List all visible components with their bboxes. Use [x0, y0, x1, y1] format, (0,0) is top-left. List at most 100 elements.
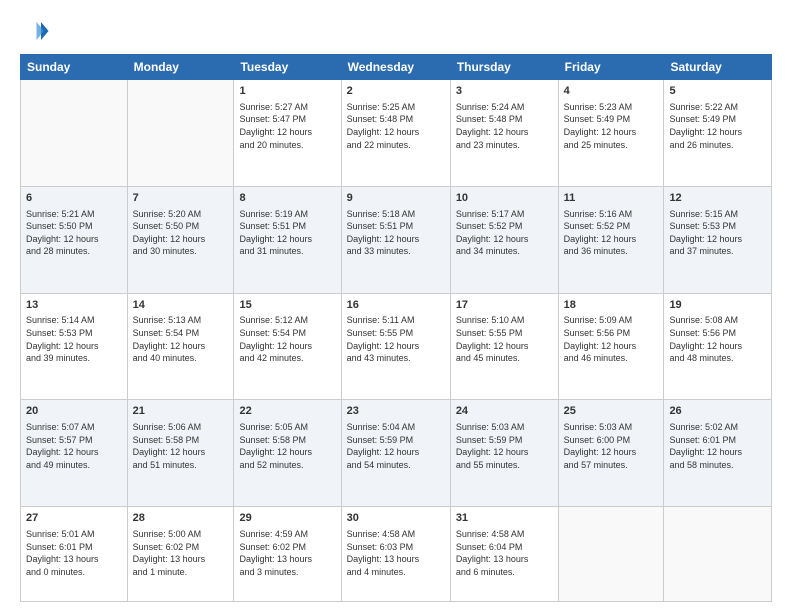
calendar-week-1: 1 Sunrise: 5:27 AM Sunset: 5:47 PM Daylig… — [21, 80, 772, 187]
day-number: 29 — [239, 511, 335, 526]
day-info: Sunrise: 5:04 AM Sunset: 5:59 PM Dayligh… — [347, 421, 445, 471]
calendar-cell: 30Sunrise: 4:58 AM Sunset: 6:03 PM Dayli… — [341, 507, 450, 602]
day-number: 8 — [239, 191, 335, 206]
day-number: 6 — [26, 191, 122, 206]
calendar-cell: 19Sunrise: 5:08 AM Sunset: 5:56 PM Dayli… — [664, 293, 772, 400]
day-info: Sunrise: 4:58 AM Sunset: 6:04 PM Dayligh… — [456, 528, 553, 578]
calendar-cell: 31 Sunrise: 4:58 AM Sunset: 6:04 PM Dayli… — [450, 507, 558, 602]
day-info: Sunrise: 5:07 AM Sunset: 5:57 PM Dayligh… — [26, 421, 122, 471]
day-info: Sunrise: 5:12 AM Sunset: 5:54 PM Dayligh… — [239, 314, 335, 364]
day-info: Sunrise: 4:59 AM Sunset: 6:02 PM Dayligh… — [239, 528, 335, 578]
day-info: Sunrise: 5:03 AM Sunset: 6:00 PM Dayligh… — [564, 421, 659, 471]
calendar-cell: 28Sunrise: 5:00 AM Sunset: 6:02 PM Dayli… — [127, 507, 234, 602]
day-info: Sunrise: 5:27 AM Sunset: 5:47 PM Dayligh… — [239, 101, 335, 151]
day-header-monday: Monday — [127, 55, 234, 80]
calendar-cell: 10 Sunrise: 5:17 AM Sunset: 5:52 PM Dayli… — [450, 186, 558, 293]
day-info: Sunrise: 5:05 AM Sunset: 5:58 PM Dayligh… — [239, 421, 335, 471]
day-number: 23 — [347, 404, 445, 419]
logo-icon — [20, 16, 50, 46]
header — [20, 16, 772, 46]
calendar-week-4: 20Sunrise: 5:07 AM Sunset: 5:57 PM Dayli… — [21, 400, 772, 507]
calendar-cell: 8 Sunrise: 5:19 AM Sunset: 5:51 PM Daylig… — [234, 186, 341, 293]
calendar-cell: 9 Sunrise: 5:18 AM Sunset: 5:51 PM Daylig… — [341, 186, 450, 293]
calendar-cell: 22 Sunrise: 5:05 AM Sunset: 5:58 PM Dayli… — [234, 400, 341, 507]
day-info: Sunrise: 5:08 AM Sunset: 5:56 PM Dayligh… — [669, 314, 766, 364]
day-info: Sunrise: 5:10 AM Sunset: 5:55 PM Dayligh… — [456, 314, 553, 364]
day-header-tuesday: Tuesday — [234, 55, 341, 80]
day-number: 17 — [456, 298, 553, 313]
day-header-friday: Friday — [558, 55, 664, 80]
day-number: 4 — [564, 84, 659, 99]
day-info: Sunrise: 5:13 AM Sunset: 5:54 PM Dayligh… — [133, 314, 229, 364]
calendar-cell: 3Sunrise: 5:24 AM Sunset: 5:48 PM Daylig… — [450, 80, 558, 187]
calendar-cell — [127, 80, 234, 187]
day-number: 19 — [669, 298, 766, 313]
day-header-thursday: Thursday — [450, 55, 558, 80]
day-info: Sunrise: 5:21 AM Sunset: 5:50 PM Dayligh… — [26, 208, 122, 258]
day-info: Sunrise: 5:09 AM Sunset: 5:56 PM Dayligh… — [564, 314, 659, 364]
day-info: Sunrise: 5:24 AM Sunset: 5:48 PM Dayligh… — [456, 101, 553, 151]
calendar-cell: 12 Sunrise: 5:15 AM Sunset: 5:53 PM Dayli… — [664, 186, 772, 293]
day-header-saturday: Saturday — [664, 55, 772, 80]
calendar-cell: 5Sunrise: 5:22 AM Sunset: 5:49 PM Daylig… — [664, 80, 772, 187]
day-number: 9 — [347, 191, 445, 206]
calendar-cell — [664, 507, 772, 602]
day-number: 27 — [26, 511, 122, 526]
day-number: 10 — [456, 191, 553, 206]
calendar-cell: 13Sunrise: 5:14 AM Sunset: 5:53 PM Dayli… — [21, 293, 128, 400]
day-number: 14 — [133, 298, 229, 313]
day-number: 13 — [26, 298, 122, 313]
day-info: Sunrise: 5:25 AM Sunset: 5:48 PM Dayligh… — [347, 101, 445, 151]
day-number: 26 — [669, 404, 766, 419]
page: SundayMondayTuesdayWednesdayThursdayFrid… — [0, 0, 792, 612]
day-number: 12 — [669, 191, 766, 206]
day-info: Sunrise: 5:11 AM Sunset: 5:55 PM Dayligh… — [347, 314, 445, 364]
calendar-cell: 2 Sunrise: 5:25 AM Sunset: 5:48 PM Daylig… — [341, 80, 450, 187]
day-info: Sunrise: 5:17 AM Sunset: 5:52 PM Dayligh… — [456, 208, 553, 258]
calendar-cell: 24 Sunrise: 5:03 AM Sunset: 5:59 PM Dayli… — [450, 400, 558, 507]
day-info: Sunrise: 5:06 AM Sunset: 5:58 PM Dayligh… — [133, 421, 229, 471]
day-number: 1 — [239, 84, 335, 99]
day-info: Sunrise: 5:23 AM Sunset: 5:49 PM Dayligh… — [564, 101, 659, 151]
day-info: Sunrise: 5:18 AM Sunset: 5:51 PM Dayligh… — [347, 208, 445, 258]
day-number: 31 — [456, 511, 553, 526]
day-info: Sunrise: 5:20 AM Sunset: 5:50 PM Dayligh… — [133, 208, 229, 258]
day-number: 7 — [133, 191, 229, 206]
day-info: Sunrise: 5:02 AM Sunset: 6:01 PM Dayligh… — [669, 421, 766, 471]
calendar-cell: 14Sunrise: 5:13 AM Sunset: 5:54 PM Dayli… — [127, 293, 234, 400]
day-info: Sunrise: 5:22 AM Sunset: 5:49 PM Dayligh… — [669, 101, 766, 151]
calendar-week-3: 13Sunrise: 5:14 AM Sunset: 5:53 PM Dayli… — [21, 293, 772, 400]
day-number: 15 — [239, 298, 335, 313]
day-info: Sunrise: 5:14 AM Sunset: 5:53 PM Dayligh… — [26, 314, 122, 364]
calendar-cell: 23 Sunrise: 5:04 AM Sunset: 5:59 PM Dayli… — [341, 400, 450, 507]
calendar-cell — [558, 507, 664, 602]
calendar-cell: 27 Sunrise: 5:01 AM Sunset: 6:01 PM Dayli… — [21, 507, 128, 602]
calendar-cell — [21, 80, 128, 187]
day-number: 18 — [564, 298, 659, 313]
day-info: Sunrise: 5:19 AM Sunset: 5:51 PM Dayligh… — [239, 208, 335, 258]
day-info: Sunrise: 5:01 AM Sunset: 6:01 PM Dayligh… — [26, 528, 122, 578]
logo — [20, 16, 54, 46]
day-header-sunday: Sunday — [21, 55, 128, 80]
day-header-wednesday: Wednesday — [341, 55, 450, 80]
day-number: 24 — [456, 404, 553, 419]
calendar-cell: 18Sunrise: 5:09 AM Sunset: 5:56 PM Dayli… — [558, 293, 664, 400]
calendar-cell: 16Sunrise: 5:11 AM Sunset: 5:55 PM Dayli… — [341, 293, 450, 400]
calendar-cell: 29 Sunrise: 4:59 AM Sunset: 6:02 PM Dayli… — [234, 507, 341, 602]
day-number: 22 — [239, 404, 335, 419]
day-info: Sunrise: 5:03 AM Sunset: 5:59 PM Dayligh… — [456, 421, 553, 471]
day-info: Sunrise: 5:00 AM Sunset: 6:02 PM Dayligh… — [133, 528, 229, 578]
calendar-cell: 4 Sunrise: 5:23 AM Sunset: 5:49 PM Daylig… — [558, 80, 664, 187]
calendar-cell: 15Sunrise: 5:12 AM Sunset: 5:54 PM Dayli… — [234, 293, 341, 400]
day-number: 11 — [564, 191, 659, 206]
calendar-week-2: 6 Sunrise: 5:21 AM Sunset: 5:50 PM Daylig… — [21, 186, 772, 293]
calendar-cell: 7 Sunrise: 5:20 AM Sunset: 5:50 PM Daylig… — [127, 186, 234, 293]
calendar-cell: 17Sunrise: 5:10 AM Sunset: 5:55 PM Dayli… — [450, 293, 558, 400]
day-info: Sunrise: 5:15 AM Sunset: 5:53 PM Dayligh… — [669, 208, 766, 258]
day-number: 2 — [347, 84, 445, 99]
day-number: 16 — [347, 298, 445, 313]
day-info: Sunrise: 4:58 AM Sunset: 6:03 PM Dayligh… — [347, 528, 445, 578]
calendar-cell: 21Sunrise: 5:06 AM Sunset: 5:58 PM Dayli… — [127, 400, 234, 507]
calendar-cell: 20Sunrise: 5:07 AM Sunset: 5:57 PM Dayli… — [21, 400, 128, 507]
calendar-cell: 11Sunrise: 5:16 AM Sunset: 5:52 PM Dayli… — [558, 186, 664, 293]
